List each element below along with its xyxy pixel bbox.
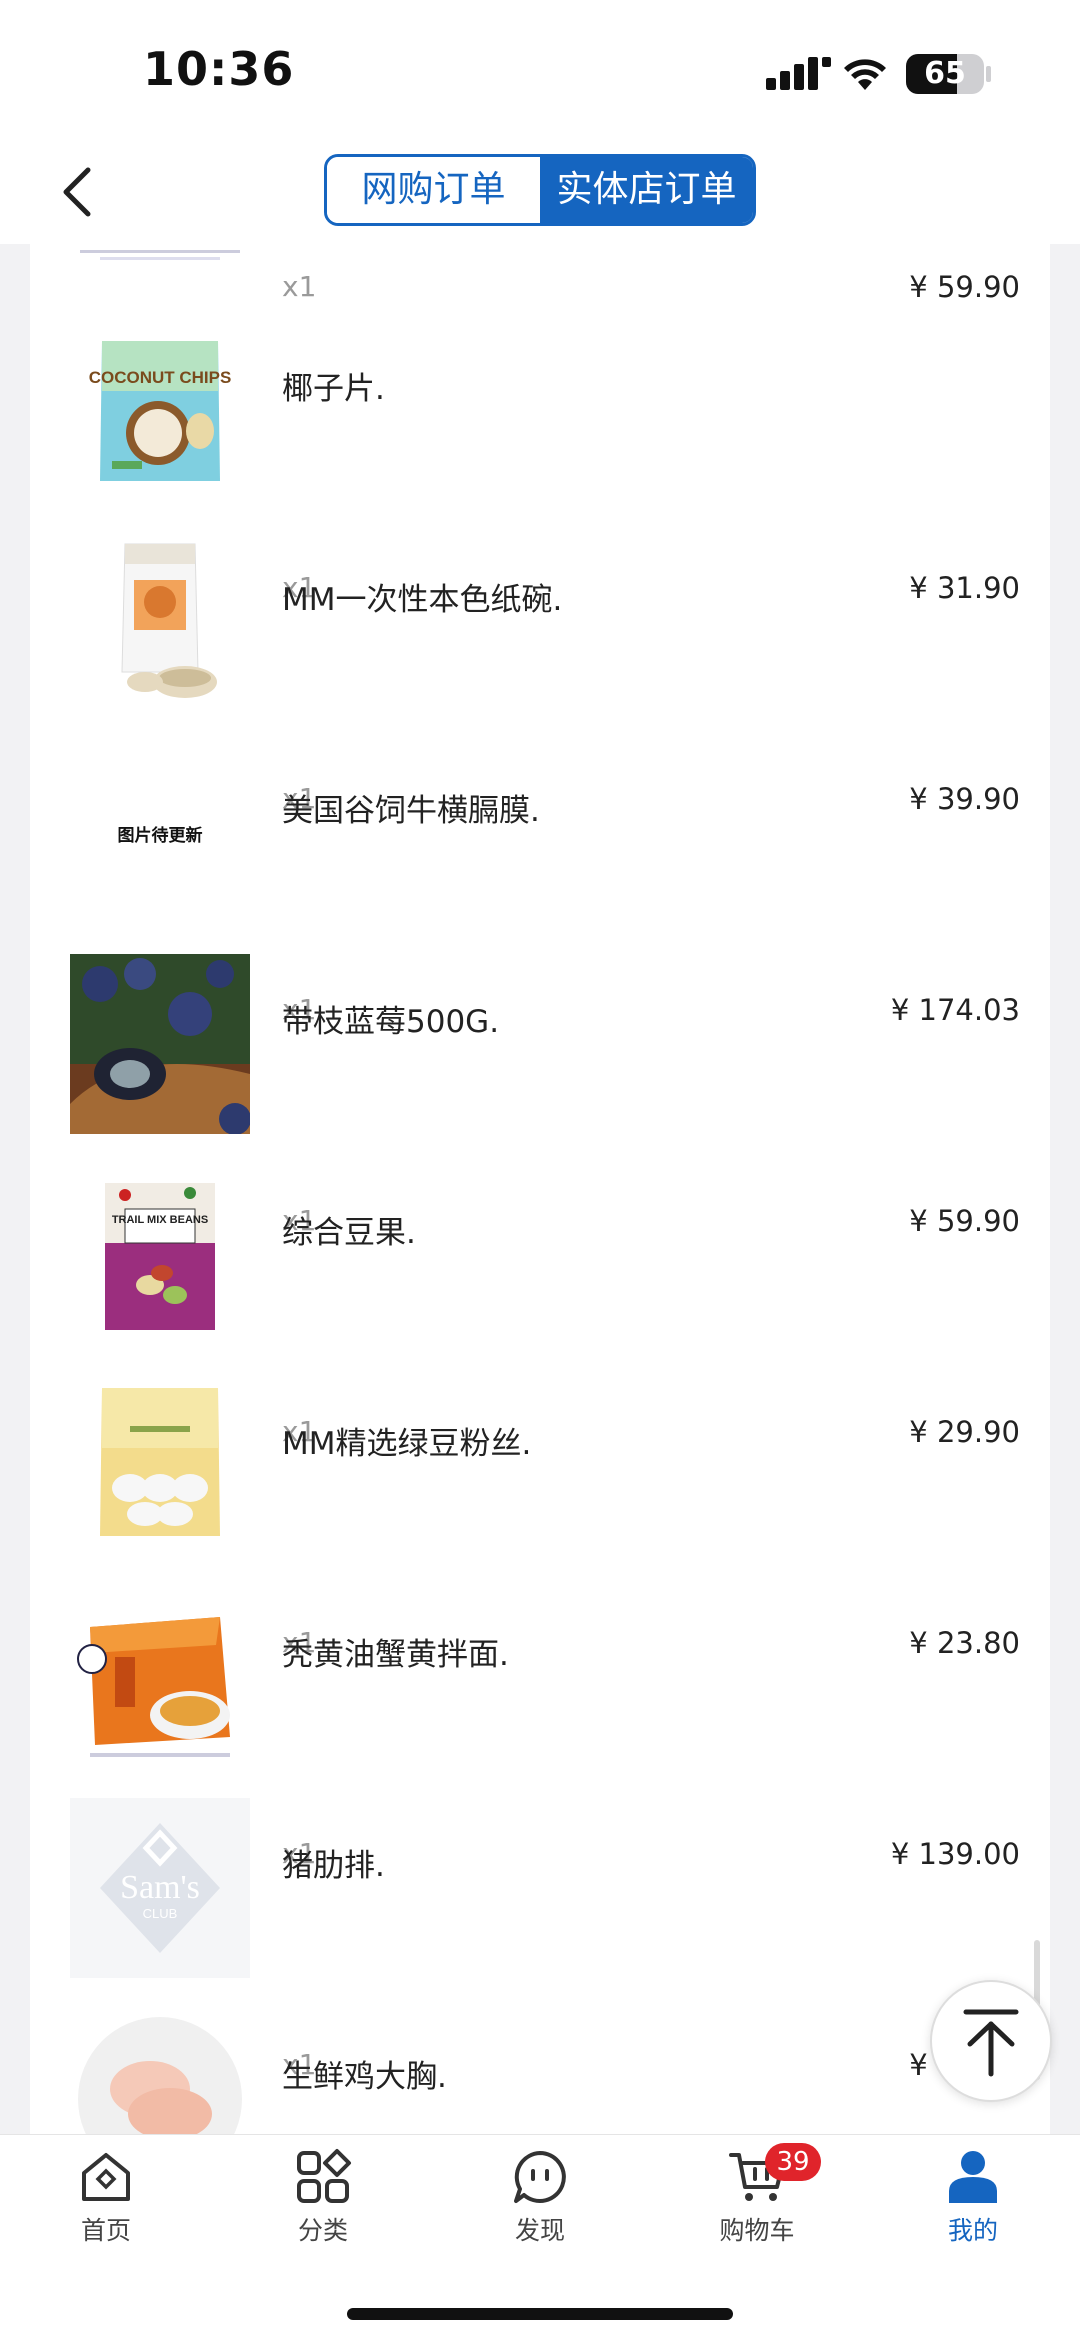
list-item[interactable]: MM一次性本色纸碗. x1 ¥ 39.90 <box>30 532 1050 816</box>
product-image-sams-logo: Sam's CLUB <box>70 1798 250 1978</box>
trail-mix-label: TRAIL MIX BEANS <box>112 1214 208 1226</box>
battery-icon: 65 <box>906 54 984 94</box>
item-name: 带枝蓝莓500G. <box>282 1004 500 1040</box>
home-indicator <box>347 2308 733 2320</box>
product-image-paper-bowls <box>121 543 217 698</box>
product-image-spice-pack <box>80 250 240 260</box>
list-item[interactable]: 带枝蓝莓500G. x1 ¥ 59.90 <box>30 954 1050 1238</box>
tab-cart[interactable]: 39 购物车 <box>677 2143 837 2267</box>
sams-logo-sub: CLUB <box>143 1906 178 1921</box>
profile-icon <box>949 2151 997 2203</box>
tab-online-orders[interactable]: 网购订单 <box>327 157 540 223</box>
category-icon <box>297 2149 351 2203</box>
tab-profile[interactable]: 我的 <box>893 2147 1053 2267</box>
cellular-signal-icon <box>766 57 831 90</box>
image-placeholder-text: 图片待更新 <box>117 825 203 846</box>
product-image-coconut-chips: COCONUT CHIPS <box>89 341 232 481</box>
item-name: MM精选绿豆粉丝. <box>282 1426 532 1462</box>
tab-label: 我的 <box>947 2216 998 2245</box>
order-type-switch: 网购订单 实体店订单 <box>324 154 756 226</box>
list-item[interactable]: COCONUT CHIPS 椰子片. x1 ¥ 31.90 <box>30 321 1050 605</box>
list-item[interactable]: TRAIL MIX BEANS 综合豆果. x1 ¥ 29.90 <box>30 1165 1050 1449</box>
cart-badge: 39 <box>765 2143 821 2181</box>
product-image-vermicelli <box>100 1388 220 1536</box>
status-time: 10:36 <box>143 42 295 96</box>
home-icon <box>82 2153 130 2201</box>
tab-category[interactable]: 分类 <box>243 2147 403 2267</box>
item-name: 椰子片. <box>282 371 385 407</box>
tab-label: 首页 <box>80 2216 131 2245</box>
tab-label: 分类 <box>297 2216 348 2245</box>
item-quantity: x1 <box>282 270 317 303</box>
list-item[interactable]: MM精选绿豆粉丝. x1 ¥ 23.80 <box>30 1376 1050 1660</box>
battery-level: 65 <box>924 56 966 91</box>
item-name: 生鲜鸡大胸. <box>282 2059 447 2095</box>
tab-label: 发现 <box>514 2216 565 2245</box>
product-image-blueberries <box>70 954 250 1134</box>
item-name: 猪肋排. <box>282 1848 385 1884</box>
tab-label: 购物车 <box>719 2216 795 2245</box>
list-item[interactable]: 生鲜鸡大胸. <box>30 2009 1050 2134</box>
battery-tip <box>986 66 991 82</box>
sams-logo-text: Sam's <box>120 1869 200 1906</box>
item-price: ¥ 59.90 <box>909 270 1020 304</box>
tab-home[interactable]: 首页 <box>26 2147 186 2267</box>
list-item[interactable]: 秃黄油蟹黄拌面. x1 ¥ 139.00 <box>30 1587 1050 1871</box>
list-item[interactable]: Sam's CLUB 猪肋排. x1 ¥ 85.80 <box>30 1798 1050 2082</box>
tab-discover[interactable]: 发现 <box>460 2147 620 2267</box>
list-item[interactable]: 图片待更新 美国谷饲牛横膈膜. x1 ¥ 174.03 <box>30 743 1050 1027</box>
item-name: 美国谷饲牛横膈膜. <box>282 793 540 829</box>
status-bar: 10:36 65 <box>0 0 1080 140</box>
product-image-crab-noodles <box>77 1617 230 1757</box>
nav-header: 网购订单 实体店订单 <box>0 140 1080 244</box>
product-image-chicken-breast <box>78 2017 242 2134</box>
item-name: 秃黄油蟹黄拌面. <box>282 1637 509 1673</box>
back-icon[interactable] <box>50 162 110 222</box>
scroll-to-top-button[interactable] <box>930 1980 1052 2102</box>
item-name: MM一次性本色纸碗. <box>282 582 563 618</box>
wifi-icon <box>844 59 886 90</box>
item-name: 综合豆果. <box>282 1215 416 1251</box>
coconut-chips-label: COCONUT CHIPS <box>89 368 232 387</box>
product-image-placeholder: 图片待更新 <box>70 743 250 923</box>
list-item[interactable]: x1 ¥ 59.90 <box>30 244 1050 304</box>
discover-icon <box>514 2151 566 2203</box>
product-image-trail-mix: TRAIL MIX BEANS <box>105 1183 215 1330</box>
tab-store-orders[interactable]: 实体店订单 <box>540 157 753 223</box>
order-item-list: x1 ¥ 59.90 COCONUT CHIPS 椰子片. x1 ¥ 31.90… <box>30 244 1050 2134</box>
